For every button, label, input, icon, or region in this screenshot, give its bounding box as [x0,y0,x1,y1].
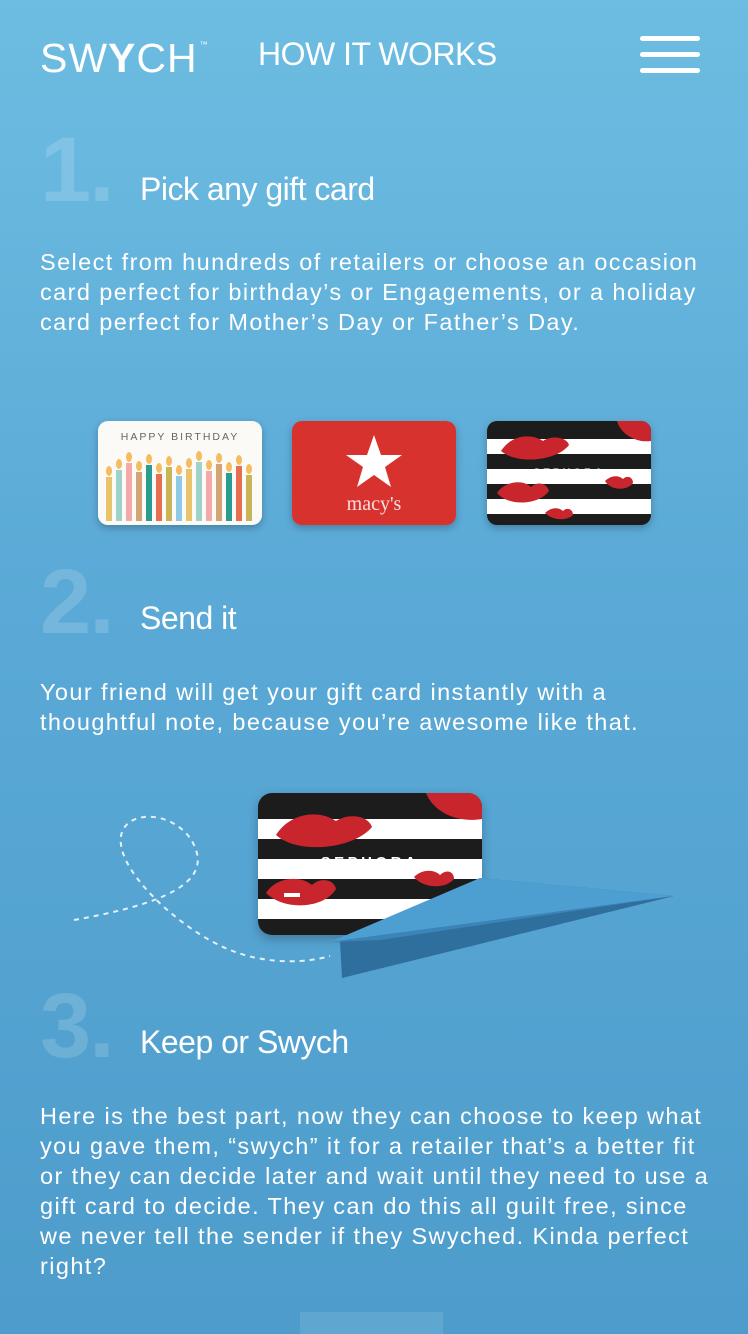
sephora-sent-card-label: SEPHORA [320,854,420,871]
candle-icon [146,465,152,521]
candle-icon [206,471,212,521]
candle-icon [196,462,202,521]
candle-icon [186,469,192,521]
flame-icon [126,452,132,462]
flame-icon [186,458,192,468]
flame-icon [246,464,252,474]
hamburger-menu-icon[interactable] [640,36,700,76]
flame-icon [116,459,122,469]
step-1-description: Select from hundreds of retailers or cho… [40,249,699,335]
step-2-description: Your friend will get your gift card inst… [40,679,640,735]
flame-icon [236,455,242,465]
step-1-number: 1. [40,119,115,221]
menu-bar-top [640,36,700,41]
candle-icon [226,473,232,521]
candle-icon [116,470,122,521]
flame-icon [106,466,112,476]
menu-bar-middle [640,52,700,57]
flame-icon [196,451,202,461]
flame-icon [226,462,232,472]
candle-icon [126,463,132,521]
step-2-title: Send it [140,600,237,636]
flame-icon [206,460,212,470]
logo-wordmark: SWYCH [40,35,198,81]
birthday-gift-card[interactable]: HAPPY BIRTHDAY [98,421,262,525]
logo-trademark: ™ [199,40,208,49]
bottom-action-tab[interactable] [300,1312,443,1334]
page-title: HOW IT WORKS [258,36,497,72]
step-2-number: 2. [40,551,115,653]
birthday-card-label: HAPPY BIRTHDAY [120,431,240,443]
flame-icon [176,465,182,475]
candle-icon [166,467,172,521]
flame-icon [156,463,162,473]
candle-icon [246,475,252,521]
candle-icon [176,476,182,521]
step-3-title: Keep or Swych [140,1024,349,1060]
flame-icon [136,461,142,471]
candle-icon [216,464,222,521]
candle-icon [156,474,162,521]
sephora-gift-card[interactable]: SEPHORA [487,421,651,525]
flame-icon [166,456,172,466]
candle-icon [106,477,112,521]
macys-card-label: macy's [346,493,402,515]
step-1-title: Pick any gift card [140,171,375,207]
menu-bar-bottom [640,68,700,73]
candle-icon [236,466,242,521]
candle-icon [136,472,142,521]
sephora-card-label: SEPHORA [533,467,605,479]
step-3-number: 3. [40,975,115,1077]
flame-icon [216,453,222,463]
paper-plane-icon [330,878,674,978]
flame-icon [146,454,152,464]
macys-gift-card[interactable]: macy's [292,421,456,525]
step-3-description: Here is the best part, now they can choo… [40,1103,710,1279]
swych-logo[interactable]: SWYCH ™ [40,35,208,81]
app-header: SWYCH ™ HOW IT WORKS [0,0,748,110]
